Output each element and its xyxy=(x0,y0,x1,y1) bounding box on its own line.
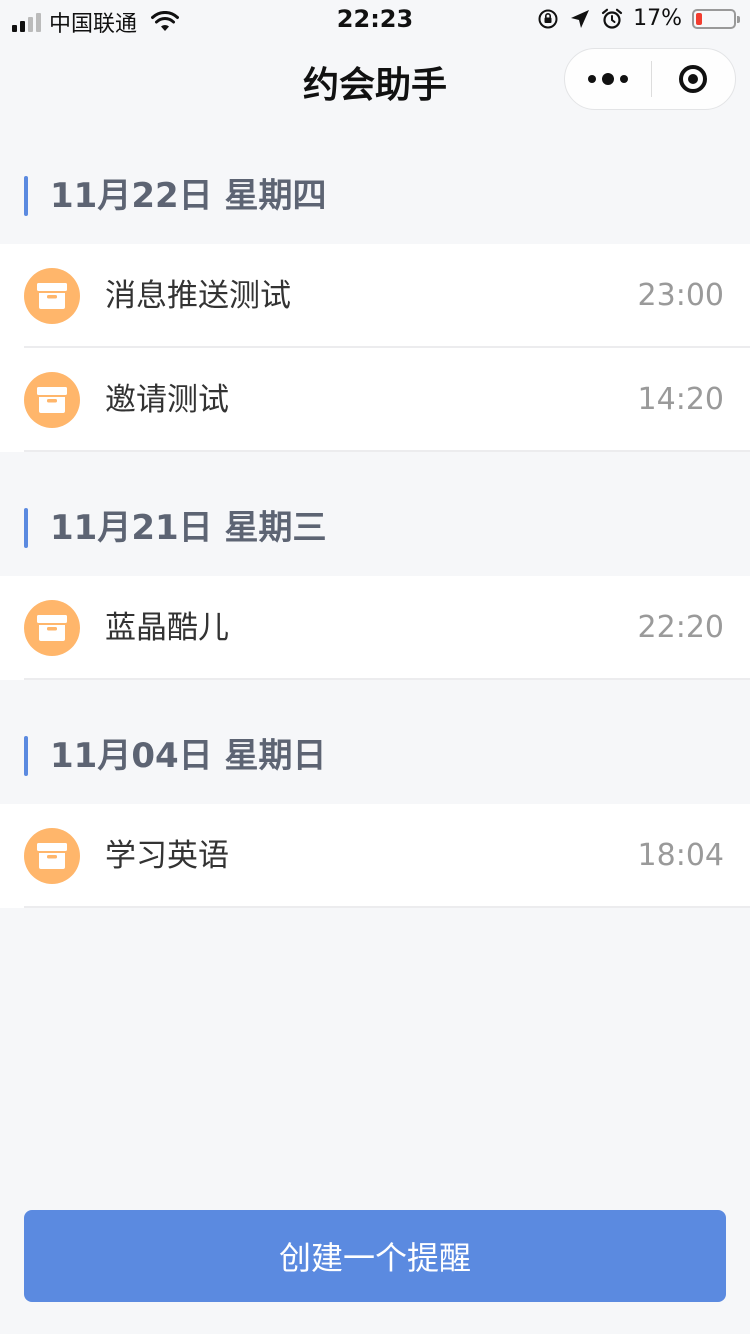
item-time: 22:20 xyxy=(637,610,724,645)
location-arrow-icon xyxy=(571,9,590,28)
date-header-accent xyxy=(24,176,28,216)
orientation-lock-icon xyxy=(538,9,558,28)
battery-level xyxy=(696,12,702,25)
list-item[interactable]: 蓝晶酷儿 22:20 xyxy=(0,576,750,680)
alarm-icon xyxy=(601,8,623,29)
nav-bar: 约会助手 xyxy=(0,40,750,120)
target-dot xyxy=(688,74,699,84)
date-label: 11月22日 星期四 xyxy=(50,176,327,216)
status-bar: 中国联通 22:23 17% xyxy=(0,0,750,40)
date-header-accent xyxy=(24,508,28,548)
box-icon xyxy=(24,600,80,656)
item-title: 消息推送测试 xyxy=(105,278,291,314)
more-dot-center xyxy=(601,73,614,85)
mini-program-capsule xyxy=(564,48,736,110)
box-icon xyxy=(24,828,80,884)
reminder-list: 11月22日 星期四 消息推送测试 23:00 邀请测试 14:20 11月21… xyxy=(0,120,750,908)
date-label: 11月04日 星期日 xyxy=(50,736,327,776)
item-time: 23:00 xyxy=(637,278,724,313)
item-title: 蓝晶酷儿 xyxy=(105,610,229,646)
status-right: 17% xyxy=(537,6,740,31)
item-time: 18:04 xyxy=(637,838,724,873)
date-header: 11月22日 星期四 xyxy=(0,120,750,244)
box-icon xyxy=(24,268,80,324)
create-reminder-button[interactable]: 创建一个提醒 xyxy=(24,1210,726,1302)
more-button[interactable] xyxy=(565,48,651,110)
item-time: 14:20 xyxy=(637,382,724,417)
battery-percent: 17% xyxy=(633,6,682,31)
item-title: 邀请测试 xyxy=(105,382,229,418)
date-label: 11月21日 星期三 xyxy=(50,508,327,548)
target-circle-icon xyxy=(679,65,708,93)
close-button[interactable] xyxy=(652,48,736,110)
list-item[interactable]: 消息推送测试 23:00 xyxy=(0,244,750,348)
date-header-accent xyxy=(24,736,28,776)
box-icon xyxy=(24,372,80,428)
list-item[interactable]: 邀请测试 14:20 xyxy=(0,348,750,452)
more-dot-right xyxy=(619,75,628,83)
battery-icon xyxy=(692,8,740,29)
more-dots-icon xyxy=(587,75,596,83)
date-header: 11月04日 星期日 xyxy=(0,680,750,804)
date-header: 11月21日 星期三 xyxy=(0,452,750,576)
item-title: 学习英语 xyxy=(105,838,229,874)
list-item[interactable]: 学习英语 18:04 xyxy=(0,804,750,908)
